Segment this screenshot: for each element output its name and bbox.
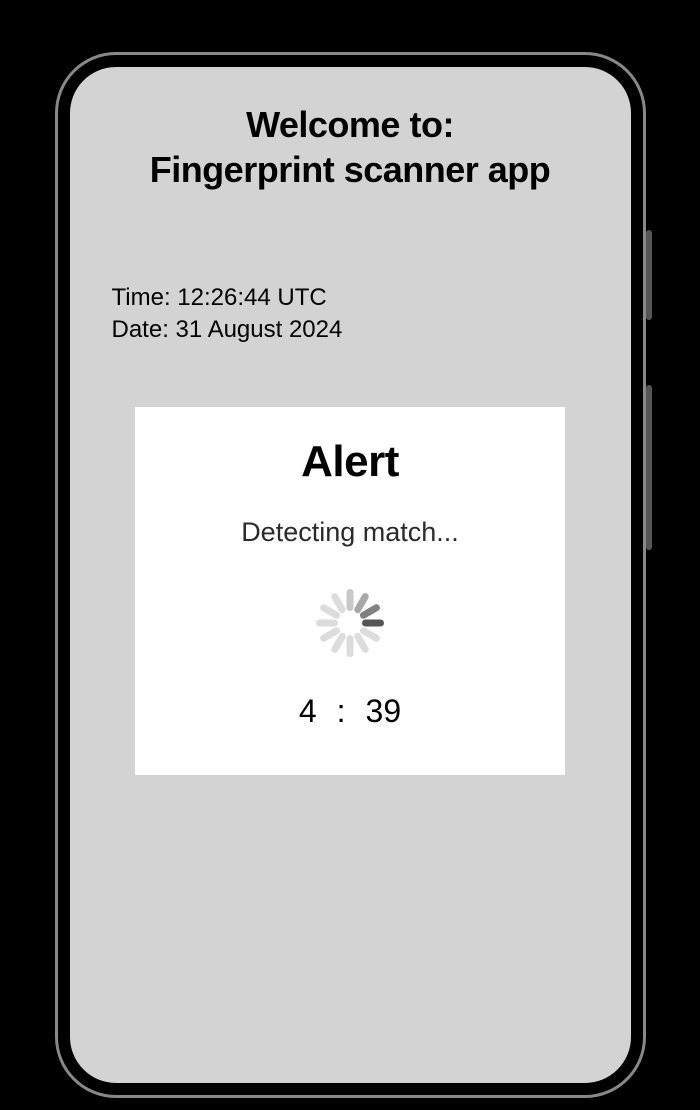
page-title-line2: Fingerprint scanner app xyxy=(100,147,601,192)
phone-screen: Welcome to: Fingerprint scanner app Time… xyxy=(58,55,643,1095)
page-title-line1: Welcome to: xyxy=(100,102,601,147)
countdown-timer: 4 : 39 xyxy=(155,693,545,730)
countdown-minutes: 4 xyxy=(299,693,317,730)
phone-side-button-power xyxy=(646,230,652,320)
alert-card: Alert Detecting match... 4 : 39 xyxy=(135,407,565,775)
alert-title: Alert xyxy=(155,437,545,487)
alert-subtitle: Detecting match... xyxy=(155,517,545,548)
phone-side-button-volume xyxy=(646,385,652,550)
date-label: Date: xyxy=(112,316,176,343)
loading-spinner-icon xyxy=(315,588,385,658)
phone-mock: Welcome to: Fingerprint scanner app Time… xyxy=(58,55,643,1095)
countdown-separator: : xyxy=(337,693,346,730)
time-row: Time: 12:26:44 UTC xyxy=(112,282,601,314)
date-value: 31 August 2024 xyxy=(176,316,343,343)
date-row: Date: 31 August 2024 xyxy=(112,314,601,346)
time-label: Time: xyxy=(112,284,178,311)
page-title: Welcome to: Fingerprint scanner app xyxy=(100,102,601,192)
countdown-seconds: 39 xyxy=(366,693,402,730)
datetime-block: Time: 12:26:44 UTC Date: 31 August 2024 xyxy=(112,282,601,347)
time-value: 12:26:44 UTC xyxy=(177,284,326,311)
